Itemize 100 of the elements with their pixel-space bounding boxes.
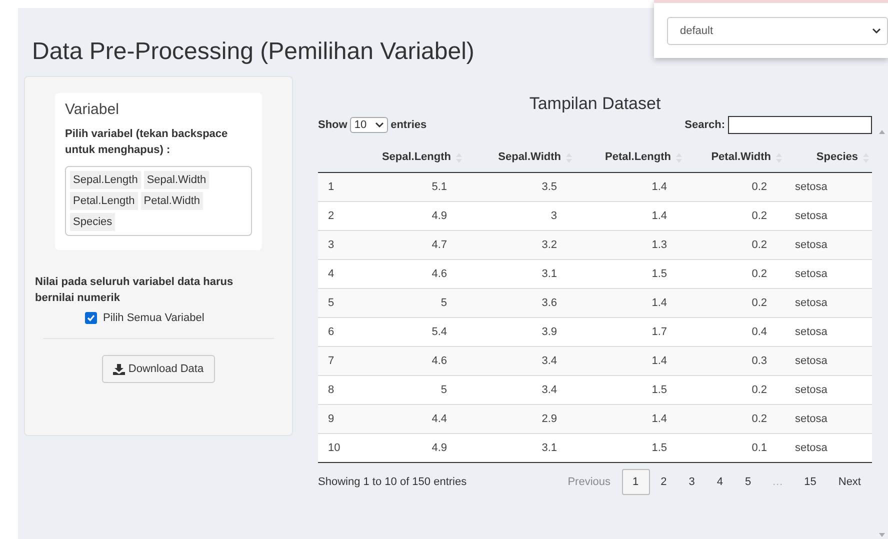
table-cell: 3.9 (542, 326, 557, 338)
table-cell: 1.4 (652, 181, 667, 193)
table-cell: 10 (328, 442, 340, 454)
table-info: Showing 1 to 10 of 150 entries (318, 476, 467, 488)
sort-icon (676, 153, 682, 163)
sort-icon (566, 153, 572, 163)
table-cell: 1 (328, 181, 334, 193)
table-cell: 5.4 (432, 326, 447, 338)
table-cell: 4.9 (432, 442, 447, 454)
table-cell: 0.2 (752, 181, 767, 193)
variable-tag[interactable]: Petal.Width (140, 192, 204, 210)
column-header[interactable]: Sepal.Width (498, 151, 561, 163)
table-cell: 3.4 (542, 355, 557, 367)
caret-icon (374, 122, 384, 128)
select-label: Pilih variabel (tekan backspace untuk menghapus) : (65, 127, 229, 158)
table-cell: 0.2 (752, 239, 767, 251)
table-cell: 7 (328, 355, 334, 367)
table-cell: setosa (795, 355, 828, 367)
column-header[interactable]: Petal.Width (711, 151, 771, 163)
table-cell: 4.6 (432, 355, 447, 367)
table-cell: 6 (328, 326, 334, 338)
table-cell: 1.5 (652, 268, 667, 280)
table-cell: 1.3 (652, 239, 667, 251)
download-button[interactable]: Download Data (102, 355, 215, 383)
search-label: Search: (684, 119, 725, 131)
card-title: Variabel (65, 101, 120, 118)
table-cell: 3.2 (542, 239, 557, 251)
table-cell: 3.6 (542, 297, 557, 309)
table-cell: 0.4 (752, 326, 767, 338)
sort-icon (863, 153, 869, 163)
table-cell: setosa (795, 210, 828, 222)
sort-icon (456, 153, 462, 163)
table-cell: 3.5 (542, 181, 557, 193)
search-field[interactable] (728, 116, 872, 134)
table-cell: 0.2 (752, 268, 767, 280)
table-cell: 1.4 (652, 413, 667, 425)
table-cell: 5 (440, 384, 447, 396)
table-cell: setosa (795, 268, 828, 280)
table-cell: setosa (795, 181, 828, 193)
page-button[interactable]: 2 (650, 469, 678, 495)
table-cell: setosa (795, 239, 828, 251)
table-cell: 4.6 (432, 268, 447, 280)
page-button[interactable]: Next (827, 469, 872, 495)
table-cell: 1.4 (652, 297, 667, 309)
theme-select[interactable]: default (667, 17, 888, 45)
table-cell: 5 (440, 297, 447, 309)
page-ellipsis: … (771, 475, 784, 490)
column-header[interactable]: Sepal.Length (382, 151, 451, 163)
table-cell: setosa (795, 297, 828, 309)
table-cell: 4.4 (432, 413, 447, 425)
sort-icon (776, 153, 782, 163)
page-button[interactable]: 15 (793, 469, 828, 495)
page-button[interactable]: 1 (622, 469, 650, 495)
table-cell: 0.1 (752, 442, 767, 454)
page-length-select[interactable]: 10 (350, 117, 388, 133)
variable-tag[interactable]: Petal.Length (70, 192, 138, 210)
table-cell: 1.4 (652, 210, 667, 222)
table-cell: 5 (328, 297, 334, 309)
entries-label: entries (390, 119, 427, 131)
table-cell: 0.2 (752, 413, 767, 425)
variable-tag[interactable]: Sepal.Width (144, 171, 210, 189)
table-cell: 5.1 (432, 181, 447, 193)
table-cell: 9 (328, 413, 334, 425)
download-icon (113, 364, 126, 374)
table-cell: 8 (328, 384, 334, 396)
variable-select-field[interactable]: Sepal.Length Sepal.Width Petal.Length Petal.Width Species (65, 166, 252, 236)
note-text: Nilai pada seluruh variabel data harus bernilai numerik (35, 275, 234, 306)
table-title: Tampilan Dataset (528, 94, 662, 114)
table-cell: 1.5 (652, 384, 667, 396)
table-cell: 3.1 (542, 268, 557, 280)
table-cell: 4.9 (432, 210, 447, 222)
select-all-checkbox[interactable] (85, 312, 97, 324)
show-label: Show (318, 119, 348, 131)
table-cell: setosa (795, 326, 828, 338)
table-cell: 4.7 (432, 239, 447, 251)
page-button[interactable]: 3 (678, 469, 706, 495)
table-cell: 3 (550, 210, 557, 222)
table-cell: 2 (328, 210, 334, 222)
variable-tag[interactable]: Sepal.Length (70, 171, 141, 189)
table-cell: 4 (328, 268, 334, 280)
table-cell: 3.4 (542, 384, 557, 396)
variable-tag[interactable]: Species (70, 213, 116, 231)
table-cell: setosa (795, 413, 828, 425)
page-title: Data Pre-Processing (Pemilihan Variabel) (31, 37, 474, 66)
table-cell: 3 (328, 239, 334, 251)
column-header[interactable]: Species (816, 151, 858, 163)
table-cell: 1.4 (652, 355, 667, 367)
page-button[interactable]: 4 (706, 469, 734, 495)
table-cell: setosa (795, 384, 828, 396)
table-cell: 0.2 (752, 297, 767, 309)
table-cell: 0.2 (752, 384, 767, 396)
table-cell: 1.5 (652, 442, 667, 454)
table-cell: 3.1 (542, 442, 557, 454)
table-cell: 1.7 (652, 326, 667, 338)
checkbox-label: Pilih Semua Variabel (103, 312, 204, 324)
table-cell: 0.3 (752, 355, 767, 367)
column-header[interactable]: Petal.Length (604, 151, 671, 163)
page-button[interactable]: 5 (734, 469, 762, 495)
chevron-icon (872, 28, 881, 34)
table-cell: 2.9 (542, 413, 557, 425)
